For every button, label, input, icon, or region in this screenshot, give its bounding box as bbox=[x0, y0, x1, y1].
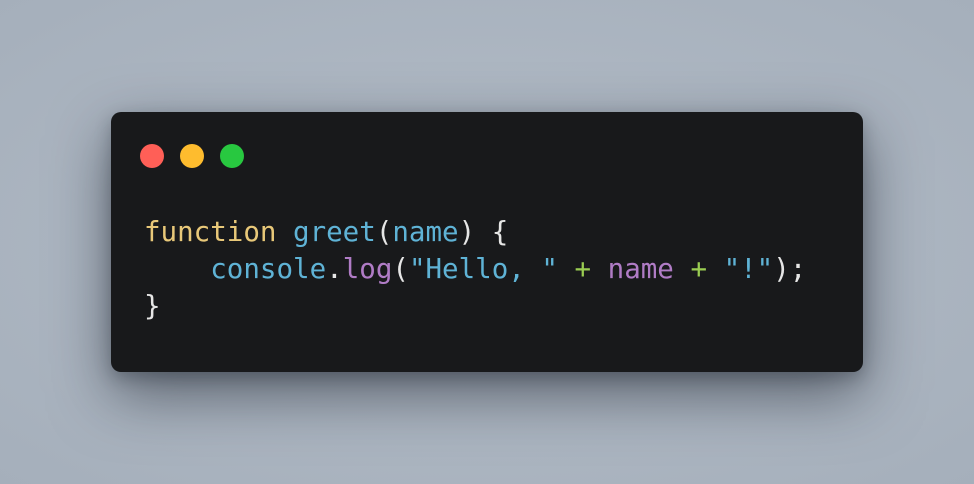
background-canvas: function greet(name) { console.log("Hell… bbox=[0, 0, 974, 484]
code-token-punct: ) { bbox=[458, 216, 509, 248]
window-controls bbox=[140, 144, 244, 168]
code-token-punct: ( bbox=[392, 253, 409, 285]
code-token-obj: console bbox=[210, 253, 327, 285]
code-line: function greet(name) { bbox=[144, 214, 806, 251]
code-token-op: + bbox=[574, 253, 592, 285]
code-token-string: "!" bbox=[723, 253, 774, 285]
code-token-punct: } bbox=[144, 290, 161, 322]
code-token-method: log bbox=[342, 253, 393, 285]
code-line: } bbox=[144, 288, 806, 325]
code-line: console.log("Hello, " + name + "!"); bbox=[144, 251, 806, 288]
maximize-button[interactable] bbox=[220, 144, 244, 168]
code-window: function greet(name) { console.log("Hell… bbox=[111, 112, 863, 372]
code-token-punct: ); bbox=[773, 253, 807, 285]
code-token-var: name bbox=[607, 253, 674, 285]
code-block: function greet(name) { console.log("Hell… bbox=[144, 214, 806, 325]
code-token-keyword: function bbox=[144, 216, 277, 248]
code-token-punct: ( bbox=[375, 216, 393, 248]
close-button[interactable] bbox=[140, 144, 164, 168]
code-token-string: "Hello, " bbox=[408, 253, 558, 285]
code-token-func: greet bbox=[293, 216, 376, 248]
code-token-op: + bbox=[690, 253, 707, 285]
code-token-punct: . bbox=[326, 253, 343, 285]
code-token-param: name bbox=[392, 216, 459, 248]
minimize-button[interactable] bbox=[180, 144, 204, 168]
